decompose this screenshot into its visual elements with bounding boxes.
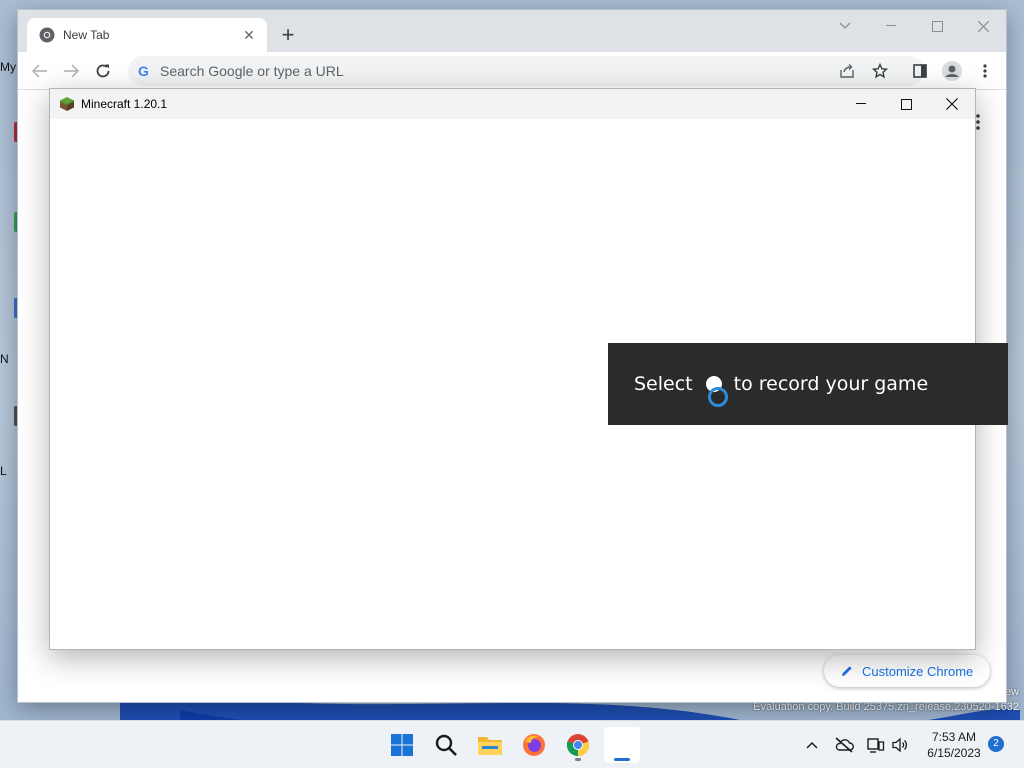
pencil-icon (842, 666, 852, 676)
file-explorer-icon[interactable] (472, 727, 508, 763)
chrome-menu-kebab-icon[interactable] (972, 58, 998, 84)
volume-icon[interactable] (890, 735, 910, 755)
taskbar: 7:53 AM 6/15/2023 2 (0, 720, 1024, 768)
desktop-icons-edge: My N L (0, 60, 20, 500)
desktop-icon-label[interactable]: N (0, 352, 9, 366)
minecraft-titlebar[interactable]: Minecraft 1.20.1 (50, 89, 975, 119)
minimize-button[interactable] (868, 10, 914, 42)
browser-toolbar: G (18, 52, 1006, 90)
bookmark-star-icon[interactable] (867, 58, 893, 84)
maximize-button[interactable] (883, 89, 929, 119)
customize-chrome-label: Customize Chrome (862, 663, 974, 679)
minecraft-window-title: Minecraft 1.20.1 (81, 97, 168, 111)
side-panel-icon[interactable] (907, 58, 933, 84)
windows-start-icon[interactable] (384, 727, 420, 763)
firefox-icon[interactable] (516, 727, 552, 763)
watermark-text: ew (1004, 686, 1019, 698)
google-g-icon: G (138, 63, 149, 79)
onedrive-offline-icon[interactable] (834, 735, 854, 755)
clock-date: 6/15/2023 (927, 746, 981, 760)
show-hidden-icons-chevron-icon[interactable] (802, 735, 822, 755)
desktop-icon-label[interactable]: L (0, 464, 7, 478)
grass-block-icon (60, 97, 74, 111)
tab-strip: New Tab ✕ + (18, 10, 1006, 52)
notification-count-badge[interactable]: 2 (988, 736, 1004, 752)
minimize-button[interactable] (838, 89, 884, 119)
toast-text-before: Select (634, 373, 693, 395)
chrome-icon[interactable] (560, 727, 596, 763)
clock-time: 7:53 AM (931, 730, 977, 744)
network-icon[interactable] (866, 735, 886, 755)
toast-text-after: to record your game (733, 373, 929, 395)
new-tab-button[interactable]: + (276, 24, 300, 48)
busy-cursor-icon (708, 387, 728, 407)
close-window-button[interactable] (960, 10, 1006, 42)
share-icon[interactable] (834, 58, 860, 84)
minecraft-launcher-icon[interactable] (604, 727, 640, 763)
address-bar[interactable]: G (128, 56, 924, 86)
evaluation-watermark: Evaluation copy. Build 25375.zn_release.… (753, 701, 1019, 713)
active-indicator (614, 758, 630, 761)
search-icon[interactable] (428, 727, 464, 763)
omnibox-input[interactable] (160, 63, 800, 79)
maximize-button[interactable] (914, 10, 960, 42)
reload-icon[interactable] (90, 58, 116, 84)
forward-arrow-icon[interactable] (58, 58, 84, 84)
tab-new-tab[interactable]: New Tab ✕ (27, 18, 267, 52)
back-arrow-icon[interactable] (27, 58, 53, 84)
close-window-button[interactable] (929, 89, 975, 119)
desktop-icon-label[interactable]: My (0, 60, 16, 74)
customize-chrome-button[interactable]: Customize Chrome (824, 655, 990, 687)
taskbar-clock[interactable]: 7:53 AM 6/15/2023 (918, 729, 990, 761)
game-bar-record-toast: Select to record your game (608, 343, 1008, 425)
tab-title: New Tab (63, 28, 110, 42)
tab-search-chevron-icon[interactable] (822, 10, 868, 42)
chrome-icon (39, 27, 55, 43)
profile-avatar-icon[interactable] (939, 58, 965, 84)
close-tab-icon[interactable]: ✕ (241, 27, 257, 44)
running-indicator (575, 758, 581, 761)
